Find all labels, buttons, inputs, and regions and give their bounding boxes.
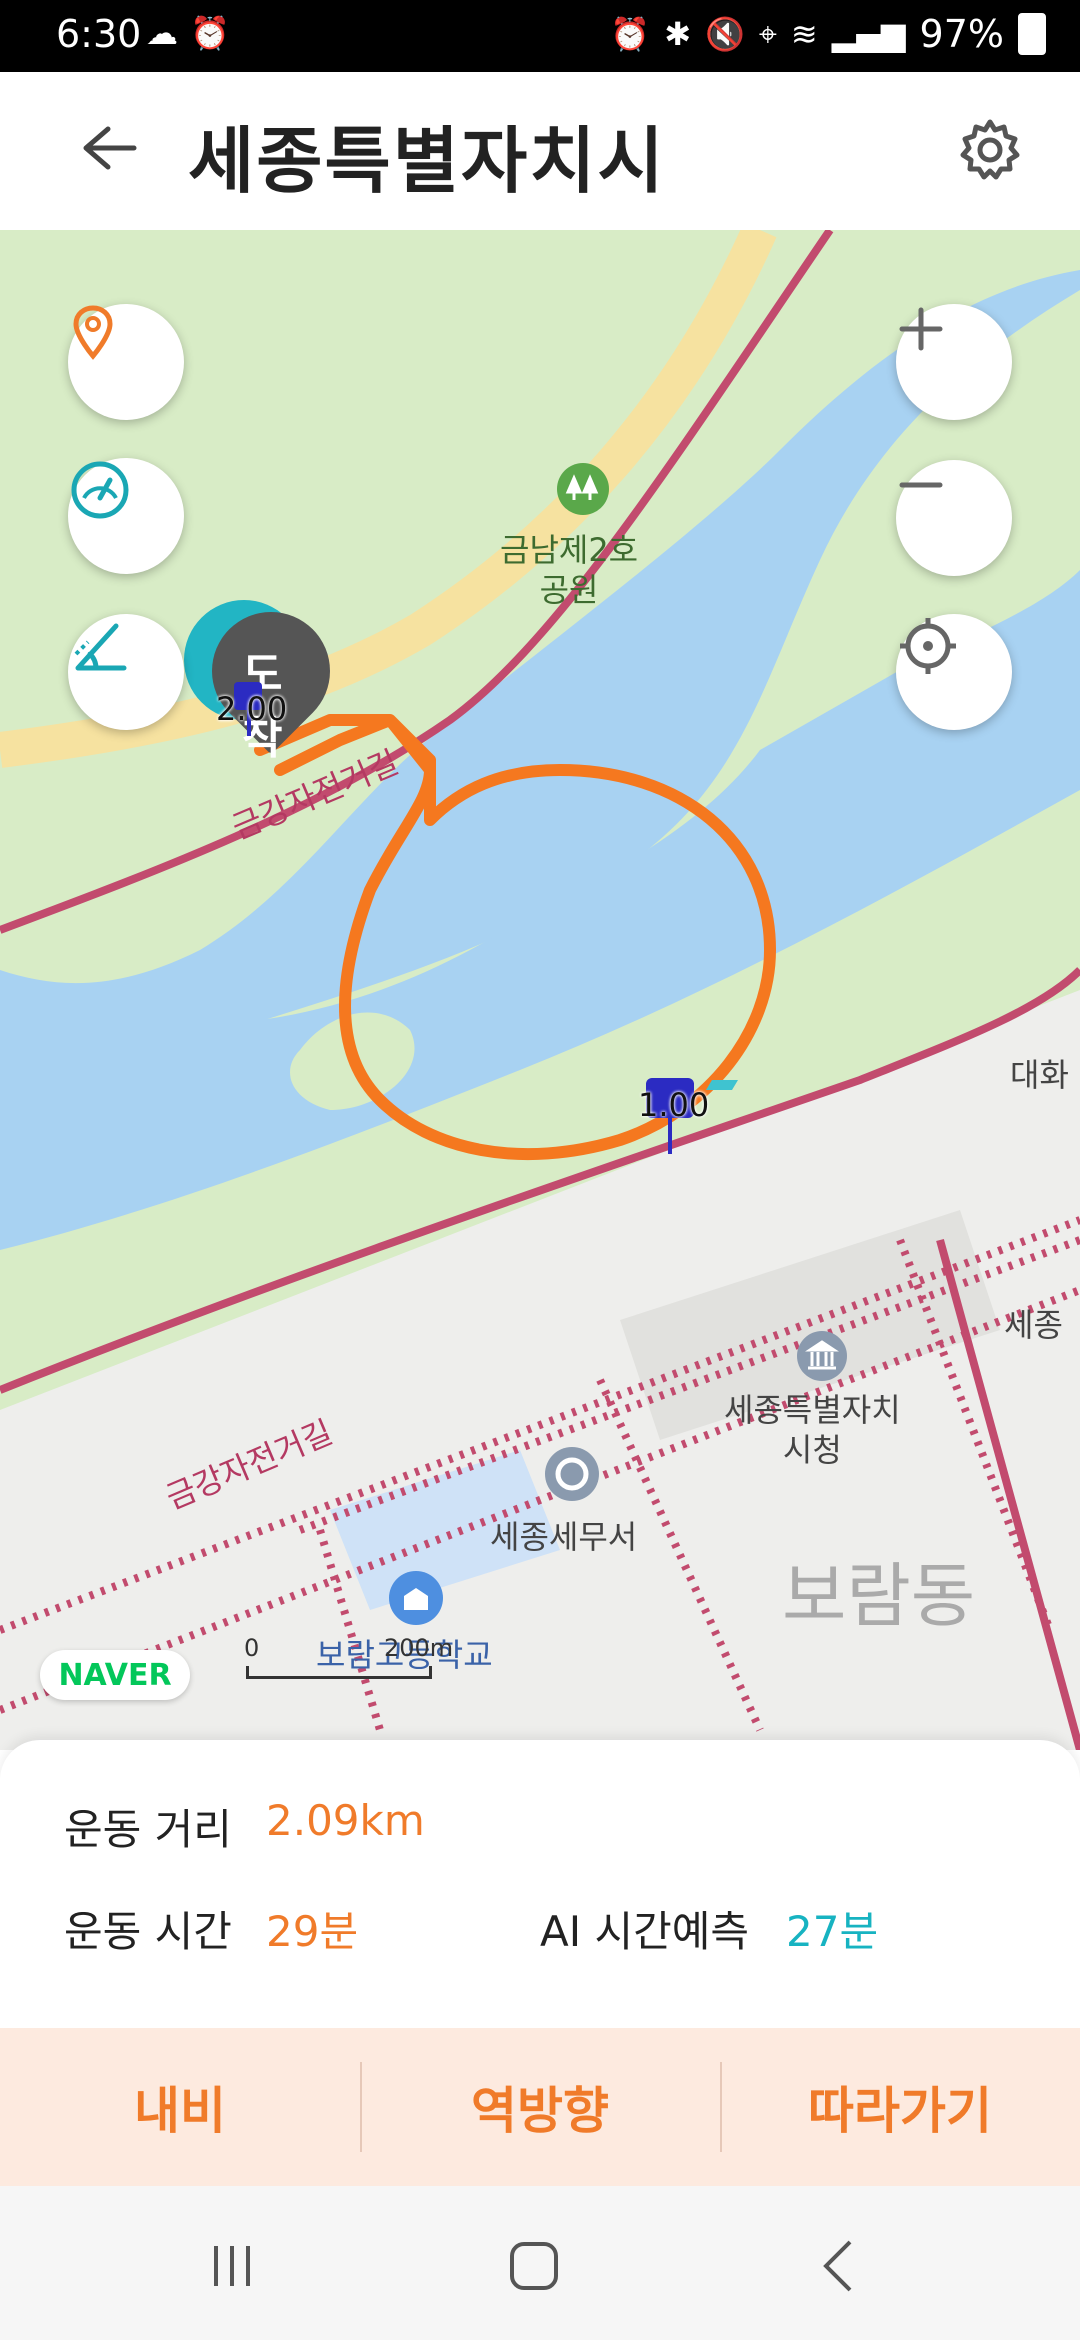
office-icon [545,1447,599,1501]
location-icon: ⌖ [758,14,777,53]
system-nav-bar [0,2186,1080,2340]
location-pin-icon [73,305,113,360]
action-bar: 내비 역방향 따라가기 [0,2028,1080,2186]
minus-icon [899,482,943,488]
zoom-in-button[interactable] [896,304,1012,420]
my-location-button[interactable] [896,614,1012,730]
chevron-left-icon [823,2240,852,2292]
city-hall-label: 세종특별자치 시청 [724,1391,901,1469]
crosshair-icon [900,618,956,674]
back-button[interactable] [72,112,144,184]
status-bar: 6:30 ☁ ⏰ ⏰ ✱ 🔇 ⌖ ≋ ▂▄▆ 97% [0,0,1080,72]
cloud-icon: ☁ [146,14,178,52]
tax-office-label: 세종세무서 [490,1518,638,1556]
government-icon [797,1331,847,1381]
daehwa-label: 대화 [1010,1056,1069,1094]
mute-icon: 🔇 [705,15,745,53]
gear-icon [960,119,1020,180]
alarm-icon: ⏰ [610,15,651,53]
bluetooth-icon: ✱ [664,15,692,53]
distance-label: 운동 거리 [64,1805,232,1854]
settings-button[interactable] [950,110,1030,190]
reverse-button[interactable]: 역방향 [360,2028,720,2186]
wifi-icon: ≋ [790,15,818,53]
page-title: 세종특별자치시 [188,119,666,203]
system-back-button[interactable] [800,2226,880,2306]
recent-apps-icon [214,2246,250,2286]
speedometer-icon [71,461,129,519]
sejong-label: 세종 [1004,1306,1063,1344]
battery-percent: 97% [919,12,1004,56]
signal-icon: ▂▄▆ [831,15,906,53]
alarm-icon: ⏰ [190,14,230,52]
plus-icon [899,307,943,351]
time-value: 29분 [266,1907,359,1956]
scale-distance: 200m [384,1634,454,1662]
ai-time-label: AI 시간예측 [540,1907,750,1956]
workout-stats-panel: 운동 거리 2.09km 운동 시간 29분 AI 시간예측 27분 [0,1740,1080,2030]
recent-apps-button[interactable] [192,2226,272,2306]
battery-icon [1018,13,1046,55]
measure-button[interactable] [68,614,184,730]
zoom-out-button[interactable] [896,460,1012,576]
follow-button[interactable]: 따라가기 [720,2028,1080,2186]
home-icon [510,2242,558,2290]
scale-zero: 0 [244,1634,260,1662]
map-view[interactable]: 금남제2호 공원 금강자전거길 금강자전거길 대화 세종 세종특별자치 시청 세… [0,230,1080,1750]
time-label: 운동 시간 [64,1907,232,1956]
speedometer-button[interactable] [68,458,184,574]
status-time: 6:30 [56,12,142,56]
header: 세종특별자치시 [0,72,1080,230]
back-arrow-icon [83,126,137,170]
district-label: 보람동 [782,1555,976,1637]
school-icon [389,1571,443,1625]
naver-logo: NAVER [40,1650,190,1700]
distance-value: 2.09km [266,1796,425,1845]
ruler-angle-icon [74,623,127,671]
navigation-button[interactable]: 내비 [0,2028,360,2186]
location-pin-button[interactable] [68,304,184,420]
home-button[interactable] [494,2226,574,2306]
tree-icon [557,463,609,515]
park-label: 금남제2호 공원 [500,531,639,609]
ai-time-value: 27분 [786,1907,879,1956]
